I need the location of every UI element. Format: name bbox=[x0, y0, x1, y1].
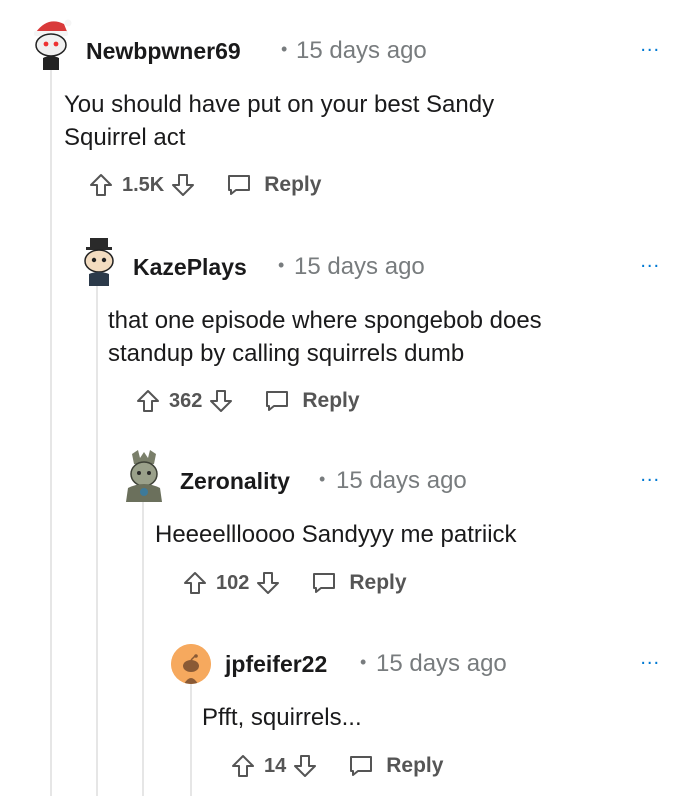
snoo-top-hat-icon bbox=[84, 238, 114, 286]
username[interactable]: Newbpwner69 bbox=[86, 38, 241, 65]
reply-bubble-icon bbox=[350, 756, 373, 776]
timestamp[interactable]: 15 days ago bbox=[376, 650, 507, 678]
username[interactable]: Zeronality bbox=[180, 468, 290, 495]
separator-dot: • bbox=[278, 255, 285, 275]
comment-body: Heeeellloooo Sandyyy me patriick bbox=[155, 521, 517, 548]
upvote-icon[interactable] bbox=[135, 388, 161, 414]
username[interactable]: KazePlays bbox=[133, 254, 247, 281]
vote-score: 1.5K bbox=[122, 173, 165, 196]
avatar[interactable] bbox=[122, 448, 166, 502]
more-options-button[interactable]: ... bbox=[640, 648, 660, 668]
separator-dot: • bbox=[281, 39, 288, 59]
avatar[interactable] bbox=[28, 14, 74, 70]
comment-body: Pfft, squirrels... bbox=[202, 704, 362, 731]
timestamp[interactable]: 15 days ago bbox=[336, 467, 467, 495]
downvote-icon[interactable] bbox=[292, 753, 318, 779]
comment-actions: 362 Reply bbox=[135, 386, 360, 416]
username[interactable]: jpfeifer22 bbox=[225, 651, 327, 678]
armored-character-icon bbox=[126, 450, 162, 502]
reply-bubble-icon bbox=[228, 175, 251, 195]
reply-label: Reply bbox=[386, 754, 444, 777]
thread-line[interactable] bbox=[96, 286, 98, 796]
reply-label: Reply bbox=[349, 571, 407, 594]
reply-button[interactable]: Reply bbox=[348, 754, 443, 778]
timestamp[interactable]: 15 days ago bbox=[294, 253, 425, 281]
more-options-button[interactable]: ... bbox=[640, 465, 660, 485]
snoo-santa-hat-icon bbox=[34, 19, 72, 70]
upvote-icon[interactable] bbox=[182, 570, 208, 596]
downvote-icon[interactable] bbox=[255, 570, 281, 596]
thread-line[interactable] bbox=[190, 684, 192, 796]
avatar[interactable] bbox=[78, 236, 120, 288]
thread-line[interactable] bbox=[142, 500, 144, 796]
reply-button[interactable]: Reply bbox=[311, 571, 407, 595]
separator-dot: • bbox=[360, 652, 367, 672]
downvote-icon[interactable] bbox=[208, 388, 234, 414]
vote-score: 14 bbox=[264, 754, 287, 777]
vote-score: 362 bbox=[169, 389, 203, 412]
timestamp[interactable]: 15 days ago bbox=[296, 37, 427, 65]
reply-button[interactable]: Reply bbox=[264, 389, 360, 413]
more-options-button[interactable]: ... bbox=[640, 35, 660, 55]
separator-dot: • bbox=[319, 469, 326, 489]
reply-label: Reply bbox=[264, 173, 322, 196]
comment-actions: 14 Reply bbox=[230, 751, 443, 781]
reply-bubble-icon bbox=[313, 573, 336, 593]
thread-line[interactable] bbox=[50, 70, 52, 796]
comment-body: that one episode where spongebob does st… bbox=[108, 307, 542, 367]
upvote-icon[interactable] bbox=[88, 172, 114, 198]
vote-score: 102 bbox=[216, 571, 250, 594]
comment-actions: 1.5K Reply bbox=[88, 170, 321, 200]
comment-body: You should have put on your best Sandy S… bbox=[64, 91, 495, 151]
default-snoo-icon bbox=[171, 644, 211, 684]
more-options-button[interactable]: ... bbox=[640, 251, 660, 271]
reply-button[interactable]: Reply bbox=[226, 173, 321, 197]
reply-label: Reply bbox=[302, 389, 360, 412]
avatar[interactable] bbox=[171, 644, 211, 684]
reply-bubble-icon bbox=[266, 391, 289, 411]
downvote-icon[interactable] bbox=[170, 172, 196, 198]
upvote-icon[interactable] bbox=[230, 753, 256, 779]
comment-actions: 102 Reply bbox=[182, 568, 407, 598]
